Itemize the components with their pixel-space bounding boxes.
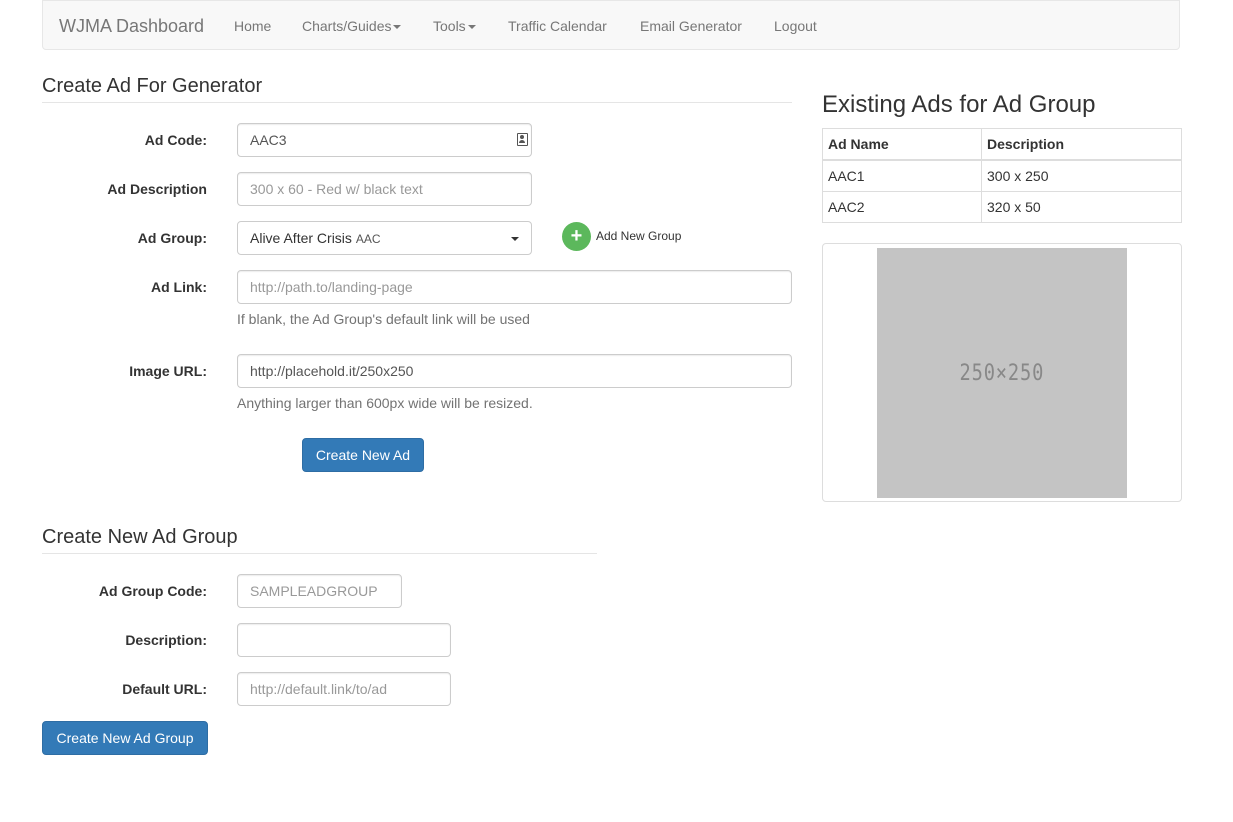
ad-group-label: Ad Group: — [137, 230, 207, 246]
cell-description: 320 x 50 — [981, 191, 1182, 223]
group-description-label: Description: — [125, 632, 207, 648]
ad-group-selected-name: Alive After Crisis — [250, 230, 352, 246]
create-group-title: Create New Ad Group — [42, 526, 238, 548]
image-url-input[interactable] — [237, 354, 792, 388]
create-new-ad-button[interactable]: Create New Ad — [302, 438, 424, 472]
divider — [42, 102, 792, 103]
cell-ad-name: AAC2 — [822, 191, 982, 223]
ad-group-select[interactable]: Alive After Crisis AAC — [237, 221, 532, 255]
table-header-row: Ad Name Description — [822, 128, 1182, 161]
ad-preview-thumbnail: 250×250 — [822, 243, 1182, 502]
chevron-down-icon — [393, 25, 402, 30]
create-ad-title: Create Ad For Generator — [42, 75, 263, 97]
nav-charts-guides[interactable]: Charts/Guides — [302, 18, 402, 34]
column-header-ad-name: Ad Name — [822, 128, 982, 161]
create-new-ad-group-button[interactable]: Create New Ad Group — [42, 721, 208, 755]
ad-description-input[interactable] — [237, 172, 532, 206]
ad-link-label: Ad Link: — [151, 279, 207, 295]
group-code-label: Ad Group Code: — [98, 583, 207, 599]
ad-code-input[interactable] — [237, 123, 532, 157]
default-url-label: Default URL: — [122, 681, 207, 697]
nav-tools[interactable]: Tools — [433, 18, 476, 34]
existing-ads-table: Ad Name Description AAC1 300 x 250 AAC2 … — [822, 128, 1182, 223]
contact-card-icon — [517, 133, 528, 146]
add-new-group-link[interactable]: Add New Group — [596, 229, 681, 243]
ad-description-label: Ad Description — [107, 181, 207, 197]
brand[interactable]: WJMA Dashboard — [59, 16, 204, 37]
ad-code-label: Ad Code: — [144, 132, 207, 148]
placeholder-image: 250×250 — [877, 248, 1127, 498]
group-code-input[interactable] — [237, 574, 402, 608]
image-url-label: Image URL: — [129, 363, 207, 379]
nav-email-generator[interactable]: Email Generator — [640, 18, 742, 34]
ad-link-input[interactable] — [237, 270, 792, 304]
nav-home[interactable]: Home — [234, 18, 271, 34]
nav-logout[interactable]: Logout — [774, 18, 817, 34]
column-header-description: Description — [981, 128, 1182, 161]
placeholder-image-label: 250×250 — [959, 360, 1045, 386]
cell-ad-name: AAC1 — [822, 159, 982, 192]
chevron-down-icon — [511, 237, 519, 241]
nav-tools-label: Tools — [433, 18, 466, 34]
ad-group-selected-code: AAC — [355, 232, 381, 246]
chevron-down-icon — [467, 25, 476, 30]
existing-ads-title: Existing Ads for Ad Group — [822, 91, 1096, 118]
table-row[interactable]: AAC1 300 x 250 — [822, 159, 1182, 192]
nav-traffic-calendar[interactable]: Traffic Calendar — [508, 18, 607, 34]
ad-link-help: If blank, the Ad Group's default link wi… — [237, 311, 530, 327]
divider — [42, 553, 597, 554]
plus-icon[interactable]: + — [562, 222, 591, 251]
group-description-input[interactable] — [237, 623, 451, 657]
image-url-help: Anything larger than 600px wide will be … — [237, 395, 533, 411]
navbar: WJMA Dashboard Home Charts/Guides Tools … — [42, 0, 1180, 50]
default-url-input[interactable] — [237, 672, 451, 706]
cell-description: 300 x 250 — [981, 159, 1182, 192]
nav-charts-guides-label: Charts/Guides — [302, 18, 392, 34]
table-row[interactable]: AAC2 320 x 50 — [822, 191, 1182, 223]
